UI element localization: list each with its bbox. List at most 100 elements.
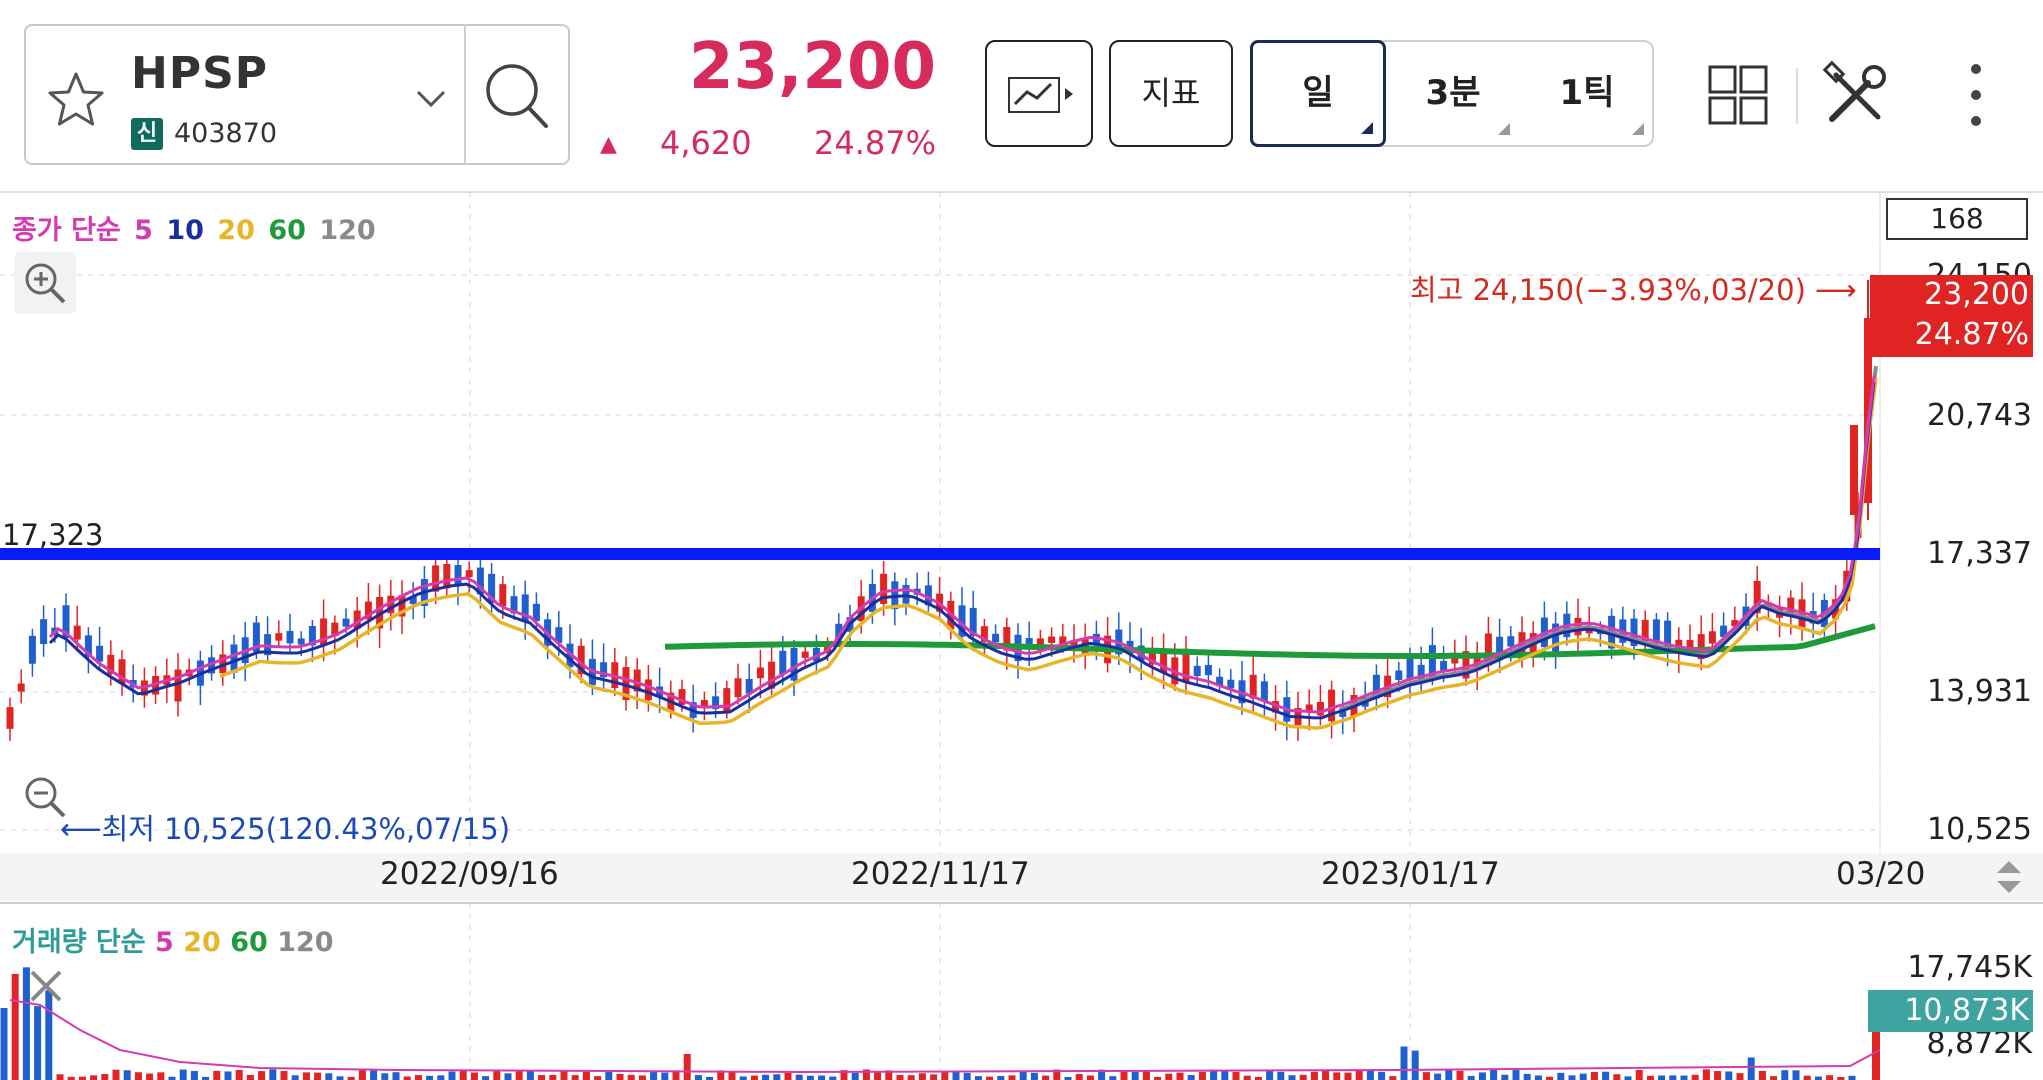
volume-bar [437,1075,445,1080]
volume-bar [1792,1070,1800,1080]
volume-bar [1176,1072,1184,1080]
volume-bar [1658,1075,1666,1080]
volume-bar [694,1075,702,1080]
y-tick-label: 13,931 [1927,674,2032,709]
volume-bar [1579,1073,1587,1080]
volume-bar [1613,1074,1621,1080]
volume-bar [224,1071,232,1080]
volume-bar [482,1076,490,1080]
volume-bar [1602,1071,1610,1080]
candle-body [734,678,742,698]
volume-bar [941,1072,949,1080]
candle-body [1652,619,1660,643]
volume-bar [1333,1072,1341,1080]
volume-bar [1523,1073,1531,1080]
price-ma-legend[interactable]: 종가 단순 5 10 20 60 120 [12,208,380,247]
volume-bar [1109,1076,1117,1080]
volume-bar [560,1071,568,1080]
candle-body [779,650,787,675]
volume-bar [515,1070,523,1080]
volume-bar [1456,1070,1464,1080]
volume-bar [918,1073,926,1080]
volume-bar [1534,1075,1542,1080]
volume-bar [1478,1072,1486,1080]
volume-bar [1814,1076,1822,1080]
volume-bar [1378,1071,1386,1080]
horizontal-line-label: 17,323 [2,518,104,552]
candle-body [6,707,14,729]
volume-bar [1299,1074,1307,1080]
legend-vol-ma-60: 60 [230,927,268,958]
high-annotation: 최고 24,150(−3.93%,03/20) ⟶ [1410,273,1857,307]
volume-bar [1781,1070,1789,1080]
candle-body [1850,425,1858,515]
candle-body [40,619,48,645]
close-icon[interactable] [26,966,66,1006]
volume-ma-legend[interactable]: 거래량 단순 5 20 60 120 [12,920,334,959]
volume-bar [594,1076,602,1080]
volume-bar [1322,1071,1330,1080]
volume-bar [1422,1072,1430,1080]
volume-bar [213,1070,221,1080]
volume-bar [1736,1073,1744,1080]
volume-bar [1770,1076,1778,1080]
candle-body [801,651,809,658]
visible-count[interactable]: 168 [1886,198,2028,240]
x-tick-label: 2022/09/16 [380,856,559,892]
candle-body [1204,664,1212,676]
volume-bar [1008,1075,1016,1080]
current-price-tag-value: 23,200 [1924,277,2029,312]
volume-bar [1714,1071,1722,1080]
candle-body [96,645,104,662]
volume-bar [851,1072,859,1080]
volume-bar [538,1075,546,1080]
zoom-in-icon[interactable] [14,252,76,314]
volume-bar [683,1053,691,1080]
volume-bar [1344,1072,1352,1080]
candle-body [286,630,294,644]
volume-bar [1277,1071,1285,1080]
scroll-updown-icon[interactable] [1985,853,2033,901]
volume-bar [470,1072,478,1080]
candle-body [1708,631,1716,644]
volume-bar [179,1069,187,1080]
volume-bar [818,1075,826,1080]
price-chart[interactable] [0,0,2043,1080]
volume-bar [1288,1075,1296,1080]
volume-bar [1680,1075,1688,1080]
volume-bar [1557,1072,1565,1080]
candle-body [723,688,731,713]
y-tick-label: 20,743 [1927,398,2032,433]
volume-bar [1165,1073,1173,1080]
volume-bar [739,1076,747,1080]
volume-bar [403,1076,411,1080]
volume-bar [1512,1070,1520,1080]
volume-bar [974,1076,982,1080]
volume-bar [762,1074,770,1080]
current-rate-tag-value: 24.87% [1914,317,2029,352]
volume-bar [146,1073,154,1080]
volume-bar [1086,1075,1094,1080]
volume-bar [1725,1071,1733,1080]
candle-body [28,635,36,664]
volume-bar [1445,1070,1453,1080]
volume-bar [90,1075,98,1080]
volume-bar [78,1076,86,1080]
x-tick-label: 2023/01/17 [1321,856,1500,892]
candle-body [275,633,283,641]
volume-bar [246,1074,254,1080]
volume-bar [1120,1070,1128,1080]
volume-bar [414,1075,422,1080]
volume-bar [896,1075,904,1080]
volume-bar [549,1074,557,1080]
volume-bar [1848,1075,1856,1080]
volume-bar [997,1075,1005,1080]
volume-bar [1501,1074,1509,1080]
volume-bar [1467,1075,1475,1080]
volume-bar [56,1074,64,1080]
volume-bar [1635,1069,1643,1080]
volume-bar [1042,1075,1050,1080]
candle-body [1406,656,1414,680]
volume-bar [358,1070,366,1080]
volume-bar [1702,1069,1710,1080]
